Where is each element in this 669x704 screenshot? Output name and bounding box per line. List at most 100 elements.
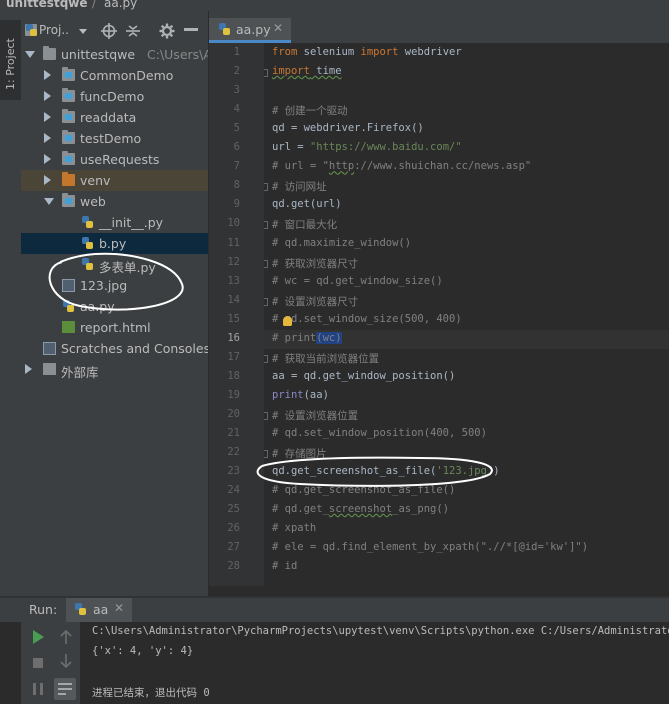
tree-item[interactable]: b.py xyxy=(21,233,208,254)
tree-item-label: testDemo xyxy=(80,131,142,146)
code-line[interactable]: # 创建一个驱动 xyxy=(272,103,348,118)
console-line: 进程已结束，退出代码 0 xyxy=(92,687,210,699)
tree-item[interactable]: CommonDemo xyxy=(21,65,208,86)
collapsed-arrow-icon[interactable] xyxy=(44,70,51,80)
rerun-icon[interactable] xyxy=(29,628,47,646)
run-panel-label: Run: xyxy=(29,602,58,617)
tree-item[interactable]: web xyxy=(21,191,208,212)
fold-marker-icon[interactable] xyxy=(264,221,268,230)
breadcrumb-file[interactable]: aa.py xyxy=(104,0,137,10)
tree-item[interactable]: testDemo xyxy=(21,128,208,149)
tree-item[interactable]: Scratches and Consoles xyxy=(21,338,208,359)
tree-item-label: report.html xyxy=(80,320,151,335)
code-line[interactable]: qd.get(url) xyxy=(272,198,342,210)
tree-item[interactable]: unittestqwe C:\Users\Ad xyxy=(21,44,208,65)
locate-target-icon[interactable] xyxy=(101,23,117,39)
code-line[interactable]: import time xyxy=(272,65,342,77)
python-file-icon xyxy=(81,258,94,270)
code-line[interactable]: # qd.set_window_size(500, 400) xyxy=(272,313,462,325)
code-line[interactable]: # url = "http://www.shuichan.cc/news.asp… xyxy=(272,160,531,172)
line-number: 10 xyxy=(227,217,240,230)
expanded-arrow-icon[interactable] xyxy=(44,198,54,205)
dropdown-arrow-icon xyxy=(79,29,87,34)
close-tab-icon[interactable]: ✕ xyxy=(273,21,283,35)
tree-item-label: venv xyxy=(80,173,111,188)
code-line[interactable]: url = "https://www.baidu.com/" xyxy=(272,141,462,153)
line-number: 6 xyxy=(233,141,240,154)
code-line[interactable]: # wc = qd.get_window_size() xyxy=(272,275,443,287)
fold-marker-icon[interactable] xyxy=(264,183,268,192)
code-line[interactable]: # id xyxy=(272,560,297,572)
code-line[interactable]: # 设置浏览器位置 xyxy=(272,408,358,423)
lightbulb-icon[interactable] xyxy=(283,315,292,326)
code-line[interactable]: # 访问网址 xyxy=(272,179,327,194)
line-number: 2 xyxy=(233,65,240,78)
tree-item[interactable]: venv xyxy=(21,170,208,191)
tree-item[interactable]: funcDemo xyxy=(21,86,208,107)
project-tool-window-tab[interactable]: 1: Project xyxy=(0,20,21,100)
tree-item-label: CommonDemo xyxy=(80,68,174,83)
fold-marker-icon[interactable] xyxy=(264,411,268,420)
editor-tab-aa-py[interactable]: aa.py ✕ xyxy=(209,18,291,43)
tree-item[interactable]: report.html xyxy=(21,317,208,338)
collapsed-arrow-icon[interactable] xyxy=(44,112,51,122)
tree-item[interactable]: 外部库 xyxy=(21,359,208,380)
code-line[interactable]: # qd.set_window_position(400, 500) xyxy=(272,427,487,439)
code-line[interactable]: aa = qd.get_window_position() xyxy=(272,370,455,382)
stop-icon[interactable] xyxy=(29,654,47,672)
code-line[interactable]: # xpath xyxy=(272,522,316,534)
breadcrumb-project[interactable]: unittestqwe xyxy=(6,0,88,10)
package-icon xyxy=(62,193,75,207)
run-console-output[interactable]: C:\Users\Administrator\PycharmProjects\u… xyxy=(80,622,669,704)
code-line[interactable]: print(aa) xyxy=(272,389,329,401)
project-panel-header: Proj.. xyxy=(21,19,208,43)
pause-icon[interactable] xyxy=(29,680,47,698)
tree-item[interactable]: readdata xyxy=(21,107,208,128)
collapsed-arrow-icon[interactable] xyxy=(44,154,51,164)
expanded-arrow-icon[interactable] xyxy=(25,51,35,58)
tree-item-label: 多表单.py xyxy=(99,260,156,275)
collapsed-arrow-icon[interactable] xyxy=(44,133,51,143)
code-line[interactable]: # 设置浏览器尺寸 xyxy=(272,294,358,309)
code-line[interactable]: from selenium import webdriver xyxy=(272,46,462,58)
tree-item[interactable]: 多表单.py xyxy=(21,254,208,275)
collapsed-arrow-icon[interactable] xyxy=(44,91,51,101)
project-view-dropdown[interactable]: Proj.. xyxy=(25,21,89,39)
collapsed-arrow-icon[interactable] xyxy=(44,175,51,185)
code-line[interactable]: # qd.maximize_window() xyxy=(272,237,411,249)
code-line[interactable]: # qd.get_screenshot_as_png() xyxy=(272,503,449,515)
run-tab-aa[interactable]: aa ✕ xyxy=(66,598,132,622)
code-editor[interactable]: from selenium import webdriver import tim… xyxy=(264,43,669,586)
tree-item[interactable]: aa.py xyxy=(21,296,208,317)
code-line[interactable]: # 获取浏览器尺寸 xyxy=(272,256,358,271)
scroll-up-icon[interactable] xyxy=(57,628,75,646)
code-line[interactable]: qd.get_screenshot_as_file('123.jpg') xyxy=(272,465,500,477)
package-icon xyxy=(62,88,75,102)
breadcrumb-separator: / xyxy=(92,0,97,10)
code-line[interactable]: qd = webdriver.Firefox() xyxy=(272,122,424,134)
tree-item-label: Scratches and Consoles xyxy=(61,341,208,356)
collapsed-arrow-icon[interactable] xyxy=(25,364,32,374)
fold-marker-icon[interactable] xyxy=(264,354,268,363)
fold-marker-icon[interactable] xyxy=(264,259,268,268)
hide-panel-icon[interactable] xyxy=(184,28,198,31)
tree-item[interactable]: __init__.py xyxy=(21,212,208,233)
tree-item[interactable]: useRequests xyxy=(21,149,208,170)
fold-marker-icon[interactable] xyxy=(264,450,268,459)
fold-marker-icon[interactable] xyxy=(264,297,268,306)
fold-marker-icon[interactable] xyxy=(264,69,268,78)
collapse-all-icon[interactable] xyxy=(125,23,141,39)
html-file-icon xyxy=(62,321,75,333)
code-line[interactable]: # qd.get_screenshot_as_file() xyxy=(272,484,455,496)
code-line[interactable]: # 窗口最大化 xyxy=(272,217,337,232)
gear-icon[interactable] xyxy=(159,23,175,39)
code-line[interactable]: # 存储图片 xyxy=(272,446,327,461)
soft-wrap-toggle[interactable] xyxy=(54,678,76,700)
code-line[interactable]: # 获取当前浏览器位置 xyxy=(272,351,379,366)
left-tool-strip: 1: Project xyxy=(0,11,22,596)
scroll-down-icon[interactable] xyxy=(57,652,75,670)
code-line[interactable]: # ele = qd.find_element_by_xpath(".//*[@… xyxy=(272,541,588,553)
close-run-tab-icon[interactable]: ✕ xyxy=(114,601,124,615)
code-line[interactable]: # print(wc) xyxy=(272,331,342,344)
tree-item[interactable]: 123.jpg xyxy=(21,275,208,296)
